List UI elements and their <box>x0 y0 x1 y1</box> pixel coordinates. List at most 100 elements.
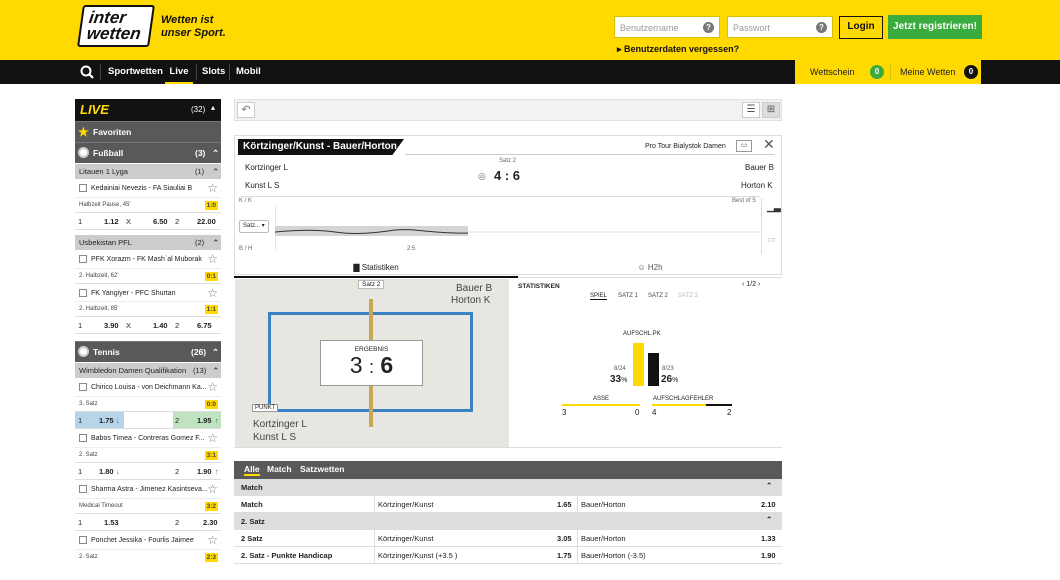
match-checkbox[interactable] <box>79 536 87 544</box>
nav-mobil[interactable]: Mobil <box>236 60 261 84</box>
chevron-up-icon[interactable]: ⌃ <box>766 511 772 528</box>
set-select[interactable]: Satz... ▾ <box>239 220 269 233</box>
odds-2[interactable]: 1.90 <box>197 463 212 481</box>
close-icon[interactable]: ✕ <box>763 136 775 153</box>
chevron-up-icon[interactable]: ⌃ <box>212 143 219 164</box>
odds-x[interactable]: 6.50 <box>153 213 168 231</box>
match-item[interactable]: Babos Timea - Contreras Gomez F... ☆ <box>75 429 221 448</box>
live-header[interactable]: LIVE (32) ▴ <box>75 99 221 121</box>
odds-2[interactable]: 1.95 <box>197 412 212 430</box>
bet-away[interactable]: Bauer/Horton 1.33 <box>577 530 782 546</box>
bet-away[interactable]: Bauer/Horton (-3.5) 1.90 <box>577 547 782 563</box>
subtab-satz1[interactable]: SATZ 1 <box>618 293 638 299</box>
chevron-up-icon[interactable]: ⌃ <box>212 363 220 379</box>
bet-away[interactable]: Bauer/Horton 2.10 <box>577 496 782 512</box>
pitch-icon[interactable]: ▭ <box>767 234 776 245</box>
tab-statistiken[interactable]: ▇ Statistiken <box>234 259 518 278</box>
section-2-satz[interactable]: 2. Satz ⌃ <box>234 513 782 530</box>
match-detail: ↶ ☰ ⊞ Körtzinger/Kunst - Bauer/Horton Pr… <box>234 99 782 580</box>
sport-tennis[interactable]: Tennis (26) ⌃ <box>75 341 221 362</box>
favorite-star-icon[interactable]: ☆ <box>207 251 218 267</box>
chevron-up-icon[interactable]: ⌃ <box>766 477 772 494</box>
match-item[interactable]: FK Yangiyer - PFC Shurtan ☆ <box>75 283 221 302</box>
match-item[interactable]: PFK Xorazm - FK Mash`al Muborak ☆ <box>75 250 221 269</box>
match-checkbox[interactable] <box>79 383 87 391</box>
login-button[interactable]: Login <box>839 16 883 39</box>
tab-match[interactable]: Match <box>267 464 292 474</box>
stats-pager[interactable]: ‹ 1/2 › <box>742 281 760 288</box>
league-row[interactable]: Usbekistan PFL (2) ⌃ <box>75 234 221 250</box>
match-checkbox[interactable] <box>79 434 87 442</box>
odds-x[interactable]: 1.40 <box>153 317 168 335</box>
result-label: ERGEBNIS <box>354 346 389 353</box>
league-row[interactable]: Wimbledon Damen Qualifikation (13) ⌃ <box>75 362 221 378</box>
section-match[interactable]: Match ⌃ <box>234 479 782 496</box>
subtab-satz3[interactable]: SATZ 3 <box>678 293 698 299</box>
odds-1[interactable]: 1.80 <box>99 463 114 481</box>
match-item[interactable]: Ponchet Jessika - Fourlis Jaimee ☆ <box>75 531 221 550</box>
nav-live[interactable]: Live <box>165 60 193 84</box>
odds-2[interactable]: 6.75 <box>197 317 212 335</box>
league-row[interactable]: Litauen 1 Lyga (1) ⌃ <box>75 163 221 179</box>
help-icon[interactable]: ? <box>816 22 827 33</box>
sport-fussball[interactable]: Fußball (3) ⌃ <box>75 142 221 163</box>
chevron-up-icon[interactable]: ⌃ <box>212 235 220 251</box>
chevron-up-icon[interactable]: ⌃ <box>212 164 220 180</box>
odds-1[interactable]: 3.90 <box>104 317 119 335</box>
list-view-icon[interactable]: ☰ <box>742 102 760 118</box>
bet-home[interactable]: Körtzinger/Kunst (+3.5 ) 1.75 <box>374 547 577 563</box>
match-score: 1:0 <box>204 201 218 210</box>
odds-1-label: 1 <box>78 467 83 476</box>
favoriten-row[interactable]: ★ Favoriten <box>75 121 221 142</box>
odds-2[interactable]: 22.00 <box>197 213 216 231</box>
subtab-satz2[interactable]: SATZ 2 <box>648 293 668 299</box>
odds-1[interactable]: 1.75 <box>99 412 114 430</box>
favorite-star-icon[interactable]: ☆ <box>207 481 218 497</box>
chevron-left-icon[interactable]: ‹ <box>742 281 744 288</box>
tab-h2h[interactable]: ☺ H2h <box>518 259 782 278</box>
bar-chart-icon[interactable]: ▁▃ <box>767 202 781 213</box>
help-icon[interactable]: ? <box>703 22 714 33</box>
password-input[interactable]: Passwort? <box>727 16 833 38</box>
grid-view-icon[interactable]: ⊞ <box>762 102 780 118</box>
username-input[interactable]: Benutzername? <box>614 16 720 38</box>
match-checkbox[interactable] <box>79 485 87 493</box>
current-set-label: Satz 2 <box>499 158 517 164</box>
market-row: Match Körtzinger/Kunst 1.65 Bauer/Horton 2… <box>234 496 782 513</box>
favorite-star-icon[interactable]: ☆ <box>207 285 218 301</box>
match-item[interactable]: Kedainiai Nevezis - FA Siauliai B ☆ <box>75 179 221 198</box>
chevron-up-icon[interactable]: ⌃ <box>212 342 219 363</box>
service-home-pct: 33 <box>610 374 622 385</box>
search-icon[interactable] <box>80 65 94 79</box>
match-checkbox[interactable] <box>79 255 87 263</box>
tab-alle[interactable]: Alle <box>244 464 260 476</box>
bet-home-name: Körtzinger/Kunst (+3.5 ) <box>378 551 458 560</box>
meine-wetten-tab[interactable]: Meine Wetten <box>900 67 955 77</box>
odds-1[interactable]: 1.53 <box>104 514 119 532</box>
odds-1[interactable]: 1.12 <box>104 213 119 231</box>
wettschein-tab[interactable]: Wettschein <box>810 67 854 77</box>
match-item[interactable]: Sharma Astra - Jimenez Kasintseva... ☆ <box>75 480 221 499</box>
bet-home[interactable]: Körtzinger/Kunst 1.65 <box>374 496 577 512</box>
favorite-star-icon[interactable]: ☆ <box>207 430 218 446</box>
subtab-spiel[interactable]: SPIEL <box>590 293 608 300</box>
favorite-star-icon[interactable]: ☆ <box>207 532 218 548</box>
nav-slots[interactable]: Slots <box>202 60 225 84</box>
tv-icon[interactable]: ▭ <box>736 140 752 152</box>
back-icon[interactable]: ↶ <box>237 102 255 118</box>
match-checkbox[interactable] <box>79 184 87 192</box>
section-title: 2. Satz <box>241 517 265 526</box>
match-item[interactable]: Chirico Louisa - von Deichmann Ka... ☆ <box>75 378 221 397</box>
odds-2[interactable]: 2.30 <box>203 514 218 532</box>
forgot-credentials-link[interactable]: ▸ Benutzerdaten vergessen? <box>617 44 739 55</box>
favorite-star-icon[interactable]: ☆ <box>207 180 218 196</box>
nav-sportwetten[interactable]: Sportwetten <box>108 60 163 84</box>
favorite-star-icon[interactable]: ☆ <box>207 379 218 395</box>
tab-satzwetten[interactable]: Satzwetten <box>300 464 344 474</box>
collapse-icon[interactable]: ▴ <box>211 103 215 112</box>
bet-home[interactable]: Körtzinger/Kunst 3.05 <box>374 530 577 546</box>
register-button[interactable]: Jetzt registrieren! <box>888 15 982 39</box>
match-checkbox[interactable] <box>79 289 87 297</box>
chevron-right-icon[interactable]: › <box>758 281 760 288</box>
interwetten-logo[interactable]: inter wetten <box>77 5 155 47</box>
